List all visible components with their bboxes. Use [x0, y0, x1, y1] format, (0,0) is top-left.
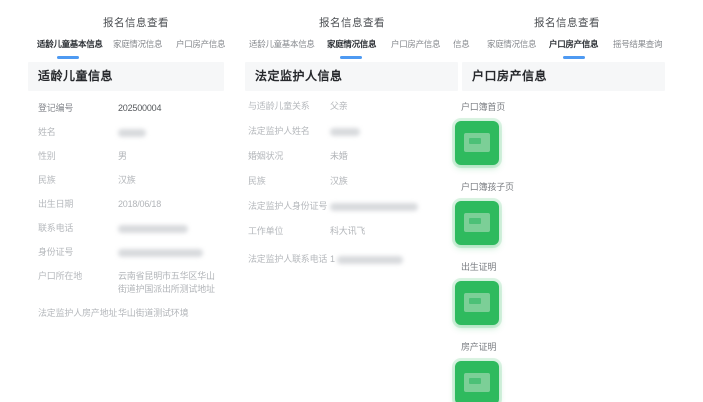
field-label: 与适龄儿童关系 [248, 101, 310, 111]
field-label: 姓名 [38, 127, 56, 137]
field-label: 出生日期 [38, 199, 74, 209]
field-label: 登记编号 [38, 103, 74, 113]
field-label: 身份证号 [38, 247, 74, 257]
photo-thumbnail-icon [464, 373, 490, 392]
redacted-value-blob [330, 127, 360, 136]
field-list: 与适龄儿童关系 父亲 法定监护人姓名 婚姻状况 未婚 民族 汉族 法定监护人身份… [248, 100, 448, 278]
field-row: 登记编号 202500004 [38, 102, 228, 115]
field-value: 云南省昆明市五华区华山街道护国派出所测试地址 [118, 271, 215, 294]
registration-info-view: 报名信息查看 适龄儿童基本信息 家庭情况信息 户口房产信息 适龄儿童信息 登记编… [0, 0, 703, 402]
field-value-redacted: 1 [330, 253, 432, 266]
field-value: 2018/06/18 [118, 199, 162, 209]
tab-family-info[interactable]: 家庭情况信息 [113, 38, 163, 50]
field-label: 户口所在地 [38, 271, 83, 281]
field-value: 科大讯飞 [330, 226, 366, 236]
panel-guardian-info: 报名信息查看 适龄儿童基本信息 家庭情况信息 户口房产信息 法定监护人信息 与适… [234, 0, 458, 402]
panel-child-basic-info: 报名信息查看 适龄儿童基本信息 家庭情况信息 户口房产信息 适龄儿童信息 登记编… [0, 0, 234, 402]
tab-household-property-info[interactable]: 户口房产信息 [549, 38, 599, 50]
field-value: 202500004 [118, 103, 162, 113]
field-row: 法定监护人房产地址 华山街道测试环境 [38, 307, 228, 320]
field-label: 法定监护人姓名 [248, 126, 310, 136]
field-label: 民族 [38, 175, 56, 185]
attachment-label: 房产证明 [461, 342, 497, 352]
field-row: 性别 男 [38, 150, 228, 163]
redacted-value-blob [336, 255, 403, 264]
field-value: 未婚 [330, 151, 348, 161]
field-row: 与适龄儿童关系 父亲 [248, 100, 448, 113]
field-value: 男 [118, 151, 127, 161]
field-row: 出生日期 2018/06/18 [38, 198, 228, 211]
page-title: 报名信息查看 [319, 17, 385, 29]
property-certificate-thumbnail[interactable] [455, 361, 499, 402]
field-row: 姓名 [38, 126, 228, 139]
tab-child-basic-info[interactable]: 适龄儿童基本信息 [37, 38, 103, 50]
field-row: 联系电话 [38, 222, 228, 235]
active-tab-underline [57, 56, 79, 59]
field-row: 法定监护人姓名 [248, 125, 448, 138]
redacted-value-blob [330, 202, 418, 211]
active-tab-underline [340, 56, 362, 59]
field-label: 法定监护人身份证号 [248, 201, 328, 211]
field-row: 民族 汉族 [248, 175, 448, 188]
field-value-redacted [118, 246, 220, 259]
photo-thumbnail-icon [464, 213, 490, 232]
redacted-value-blob [118, 128, 146, 137]
redacted-value-blob [118, 248, 203, 257]
field-value: 汉族 [118, 175, 136, 185]
tab-family-info[interactable]: 家庭情况信息 [487, 38, 537, 50]
field-value-partial: 1 [330, 254, 335, 264]
tab-lottery-result[interactable]: 摇号结果查询 [613, 38, 663, 50]
field-row: 工作单位 科大讯飞 [248, 225, 448, 238]
section-header: 户口房产信息 [462, 62, 665, 91]
attachment-list: 户口簿首页 户口簿孩子页 出生证明 房产证明 [455, 100, 514, 402]
tab-household-property-info[interactable]: 户口房产信息 [176, 38, 226, 50]
section-title: 适龄儿童信息 [38, 69, 114, 83]
tab-family-info[interactable]: 家庭情况信息 [327, 38, 377, 50]
section-title: 户口房产信息 [472, 69, 548, 83]
photo-thumbnail-icon [464, 133, 490, 152]
panel-household-property: 报名信息查看 信息 家庭情况信息 户口房产信息 摇号结果查询 户口房产信息 户口… [450, 0, 703, 402]
tab-child-basic-info[interactable]: 适龄儿童基本信息 [249, 38, 315, 50]
field-value: 华山街道测试环境 [118, 308, 189, 318]
household-register-child-page-thumbnail[interactable] [455, 201, 499, 245]
field-list: 登记编号 202500004 姓名 性别 男 民族 汉族 出生日期 2018/0… [38, 102, 228, 331]
field-label: 联系电话 [38, 223, 74, 233]
field-label: 性别 [38, 151, 56, 161]
field-row: 法定监护人身份证号 [248, 200, 448, 213]
field-label: 法定监护人房产地址 [38, 308, 118, 318]
field-label: 法定监护人联系电话 [248, 254, 328, 264]
field-label: 工作单位 [248, 226, 284, 236]
field-row: 户口所在地 云南省昆明市五华区华山街道护国派出所测试地址 [38, 270, 228, 296]
page-title: 报名信息查看 [103, 17, 169, 29]
section-title: 法定监护人信息 [255, 69, 343, 83]
field-value-redacted [118, 222, 220, 235]
household-register-front-thumbnail[interactable] [455, 121, 499, 165]
field-label: 民族 [248, 176, 266, 186]
field-row: 婚姻状况 未婚 [248, 150, 448, 163]
field-value-redacted [118, 126, 220, 139]
birth-certificate-thumbnail[interactable] [455, 281, 499, 325]
tab-child-basic-info-truncated[interactable]: 信息 [453, 38, 470, 50]
tab-household-property-info[interactable]: 户口房产信息 [391, 38, 441, 50]
attachment-label: 户口簿首页 [461, 102, 506, 112]
active-tab-underline [563, 56, 585, 59]
attachment-label: 户口簿孩子页 [461, 182, 514, 192]
field-value: 汉族 [330, 176, 348, 186]
redacted-value-blob [118, 224, 188, 233]
field-label: 婚姻状况 [248, 151, 284, 161]
field-row: 法定监护人联系电话 1 [248, 253, 448, 266]
field-value: 父亲 [330, 101, 348, 111]
photo-thumbnail-icon [464, 293, 490, 312]
field-row: 民族 汉族 [38, 174, 228, 187]
field-value-redacted [330, 200, 432, 213]
field-row: 身份证号 [38, 246, 228, 259]
field-value-redacted [330, 125, 432, 138]
page-title: 报名信息查看 [534, 17, 600, 29]
section-header: 适龄儿童信息 [28, 62, 224, 91]
section-header: 法定监护人信息 [245, 62, 458, 91]
attachment-label: 出生证明 [461, 262, 497, 272]
